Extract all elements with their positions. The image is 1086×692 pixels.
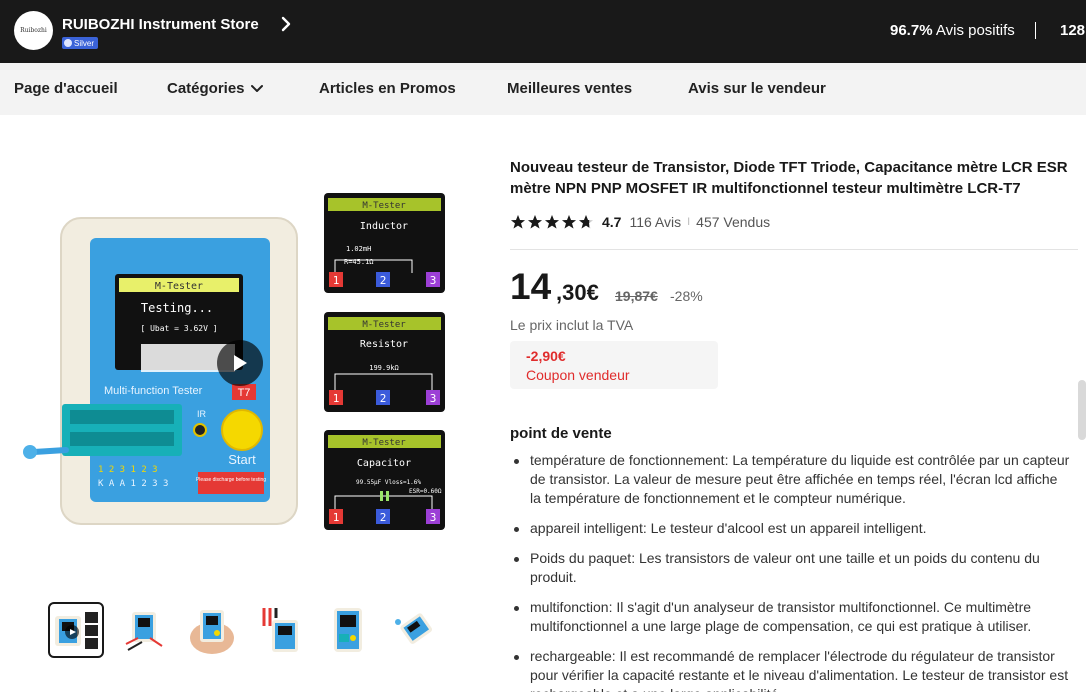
coupon-label: Coupon vendeur bbox=[526, 367, 630, 383]
nav-promotions-label: Articles en Promos bbox=[319, 80, 456, 97]
device-screen-title: M-Tester bbox=[155, 281, 203, 292]
review-count[interactable]: 116 Avis bbox=[629, 214, 681, 230]
thumbnail-tester-angled[interactable] bbox=[390, 604, 442, 656]
store-logo[interactable]: Ruibozhi bbox=[14, 11, 53, 50]
thumbnail-tester-with-clips[interactable] bbox=[254, 604, 306, 656]
capacitor-panel-value1: 99.55µF Vloss=1.6% bbox=[356, 479, 421, 486]
highlight-item: appareil intelligent: Le testeur d'alcoo… bbox=[510, 519, 1070, 538]
thumbnail-strip bbox=[48, 602, 442, 658]
inductor-panel-title: M-Tester bbox=[362, 201, 406, 211]
highlights-list: température de fonctionnement: La tempér… bbox=[510, 451, 1070, 692]
seller-coupon[interactable]: -2,90€ Coupon vendeur bbox=[510, 341, 718, 389]
details-divider bbox=[510, 249, 1078, 250]
device-pins-row1: 1 2 3 1 2 3 bbox=[98, 465, 158, 475]
pin-1-label: 1 bbox=[333, 511, 340, 524]
star-icon bbox=[579, 215, 593, 229]
star-icon bbox=[528, 215, 542, 229]
nav-home-label: Page d'accueil bbox=[14, 80, 118, 97]
resistor-panel-value1: 199.9kΩ bbox=[369, 364, 399, 372]
resistor-panel: M-Tester Resistor 199.9kΩ 1 2 3 bbox=[324, 312, 445, 412]
highlight-item: rechargeable: Il est recommandé de rempl… bbox=[510, 647, 1070, 692]
page-scrollbar[interactable] bbox=[1078, 380, 1086, 440]
star-icon bbox=[545, 215, 559, 229]
price-decimal: ,30€ bbox=[556, 280, 599, 305]
positive-label: Avis positifs bbox=[935, 22, 1015, 39]
discount-percentage: -28% bbox=[670, 288, 703, 304]
device-panel-label: Multi-function Tester bbox=[104, 385, 203, 397]
star-rating bbox=[510, 214, 594, 230]
inductor-panel: M-Tester Inductor 1.02mH R=45.1Ω 1 2 3 bbox=[324, 193, 445, 293]
nav-categories-label: Catégories bbox=[167, 80, 245, 97]
star-icon bbox=[562, 215, 576, 229]
pin-2-label: 2 bbox=[380, 511, 387, 524]
original-price: 19,87€ bbox=[615, 288, 658, 304]
store-positive-rating: 96.7% Avis positifs bbox=[890, 22, 1015, 39]
capacitor-panel-value2: ESR=0.60Ω bbox=[409, 488, 442, 495]
positive-percentage: 96.7% bbox=[890, 22, 933, 39]
store-name-link[interactable]: RUIBOZHI Instrument Store bbox=[62, 16, 259, 33]
device-warning-label: Please discharge before testing bbox=[196, 477, 266, 483]
capacitor-panel: M-Tester Capacitor 99.55µF Vloss=1.6% ES… bbox=[324, 430, 445, 530]
thumbnail-video[interactable] bbox=[48, 602, 104, 658]
highlights-title: point de vente bbox=[510, 425, 612, 442]
nav-categories[interactable]: Catégories bbox=[167, 80, 263, 97]
chevron-down-icon bbox=[250, 85, 263, 93]
highlight-item: multifonction: Il s'agit d'un analyseur … bbox=[510, 598, 1070, 636]
highlight-item: température de fonctionnement: La tempér… bbox=[510, 451, 1070, 508]
resistor-panel-label: Resistor bbox=[360, 339, 408, 350]
nav-promotions[interactable]: Articles en Promos bbox=[319, 80, 456, 97]
store-nav: Page d'accueil Catégories Articles en Pr… bbox=[0, 63, 1086, 115]
inductor-panel-label: Inductor bbox=[360, 221, 408, 232]
thumbnail-tester-with-probes[interactable] bbox=[118, 604, 170, 656]
device-model-label: T7 bbox=[238, 387, 251, 399]
coupon-amount: -2,90€ bbox=[526, 348, 566, 364]
thumbnail-tester-front[interactable] bbox=[322, 604, 374, 656]
thumbnail-tester-in-hand[interactable] bbox=[186, 604, 238, 656]
pin-3-label: 3 bbox=[430, 511, 437, 524]
pin-3-label: 3 bbox=[430, 274, 437, 287]
pin-2-label: 2 bbox=[380, 392, 387, 405]
device-screen-line2: [ Ubat = 3.62V ] bbox=[140, 324, 217, 333]
device-ir-label: IR bbox=[197, 409, 207, 419]
resistor-panel-title: M-Tester bbox=[362, 320, 406, 330]
header-divider bbox=[1035, 22, 1036, 39]
nav-seller-reviews-label: Avis sur le vendeur bbox=[688, 80, 826, 97]
rating-value: 4.7 bbox=[602, 214, 622, 230]
rating-separator: I bbox=[687, 216, 691, 228]
pin-3-label: 3 bbox=[430, 392, 437, 405]
device-screen-line1: Testing... bbox=[141, 301, 213, 315]
video-play-button[interactable] bbox=[217, 340, 263, 386]
capacitor-panel-title: M-Tester bbox=[362, 438, 406, 448]
medal-icon bbox=[64, 39, 72, 47]
store-followers-count: 128 bbox=[1060, 22, 1086, 39]
highlight-item: Poids du paquet: Les transistors de vale… bbox=[510, 549, 1070, 587]
inductor-panel-value1: 1.02mH bbox=[346, 245, 371, 253]
product-rating-row[interactable]: 4.7 116 Avis I 457 Vendus bbox=[510, 213, 770, 231]
sold-count: 457 Vendus bbox=[696, 214, 771, 230]
chevron-right-icon[interactable] bbox=[279, 14, 293, 34]
store-level-badge: Silver bbox=[62, 37, 99, 49]
nav-seller-reviews[interactable]: Avis sur le vendeur bbox=[688, 80, 826, 97]
vat-note: Le prix inclut la TVA bbox=[510, 317, 634, 333]
device-start-label: Start bbox=[228, 452, 256, 467]
pin-1-label: 1 bbox=[333, 274, 340, 287]
play-icon bbox=[234, 355, 247, 371]
star-icon bbox=[511, 215, 525, 229]
pin-2-label: 2 bbox=[380, 274, 387, 287]
nav-best-sellers[interactable]: Meilleures ventes bbox=[507, 80, 632, 97]
inductor-panel-value2: R=45.1Ω bbox=[344, 258, 374, 266]
product-title: Nouveau testeur de Transistor, Diode TFT… bbox=[510, 159, 1068, 197]
store-badge-label: Silver bbox=[74, 38, 95, 48]
nav-best-sellers-label: Meilleures ventes bbox=[507, 80, 633, 97]
capacitor-panel-label: Capacitor bbox=[357, 458, 411, 469]
pin-1-label: 1 bbox=[333, 392, 340, 405]
price-integer: 14 bbox=[510, 266, 552, 307]
nav-home[interactable]: Page d'accueil bbox=[14, 80, 118, 97]
store-header: Ruibozhi RUIBOZHI Instrument Store Silve… bbox=[0, 0, 1086, 63]
device-pins-row2: K A A 1 2 3 3 bbox=[98, 479, 168, 489]
